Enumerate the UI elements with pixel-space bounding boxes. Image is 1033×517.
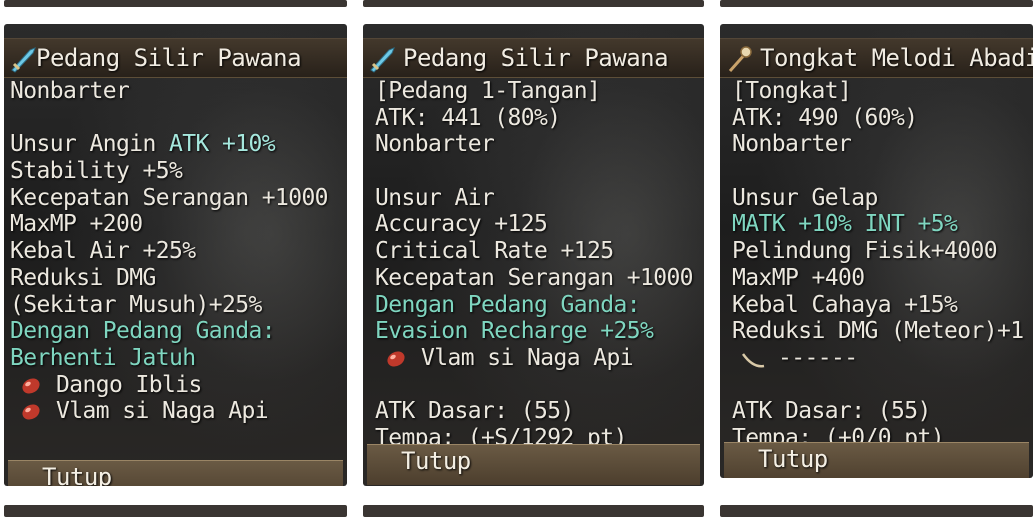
item-tooltip-panel-3: Tongkat Melodi Abadi [Tongkat] ATK: 490 (… <box>720 24 1033 478</box>
close-button[interactable]: Tutup <box>724 442 1029 478</box>
item-tooltip-panel-1: Pedang Silir Pawana Nonbarter Unsur Angin… <box>4 24 347 486</box>
stat-line: Pelindung Fisik+4000 <box>732 238 998 265</box>
item-stats: [Pedang 1-Tangan] ATK: 441 (80%) Nonbarter… <box>375 78 704 452</box>
item-stats: [Tongkat] ATK: 490 (60%) Nonbarter Unsur Ge… <box>732 78 1033 452</box>
stat-line: Kebal Air +25% <box>10 238 196 265</box>
item-title: Pedang Silir Pawana <box>36 44 302 72</box>
stat-line: [Pedang 1-Tangan] <box>375 78 601 104</box>
sword-icon <box>11 47 36 73</box>
cropped-panel-bottom-middle <box>363 505 704 517</box>
skill-line: Vlam si Naga Api <box>375 345 704 372</box>
stat-segment: Unsur Angin <box>10 131 169 158</box>
stat-line: ATK: 441 (80%) <box>375 104 561 131</box>
close-button-label: Tutup <box>42 463 112 486</box>
stat-line: Kebal Cahaya +15% <box>732 291 958 318</box>
stat-line: Reduksi DMG <box>10 264 156 291</box>
close-button-label: Tutup <box>758 445 828 473</box>
stat-line: Reduksi DMG (Meteor)+1 <box>732 318 1024 345</box>
empty-skill-slot: ------ <box>732 345 1033 372</box>
staff-icon <box>728 46 752 72</box>
stat-line: ATK: 490 (60%) <box>732 104 918 131</box>
skill-name: Vlam si Naga Api <box>56 398 269 425</box>
cropped-panel-top-left <box>4 0 347 7</box>
empty-slot-icon <box>741 353 765 368</box>
stat-line: ATK Dasar: (55) <box>732 398 931 425</box>
item-title: Pedang Silir Pawana <box>403 44 669 72</box>
cropped-panel-bottom-left <box>4 505 347 517</box>
stat-line: Unsur Gelap <box>732 184 878 211</box>
skill-gem-icon <box>387 351 405 367</box>
cropped-panel-top-right <box>720 0 1033 7</box>
stat-line: Kecepatan Serangan +1000 <box>10 184 329 211</box>
sword-icon <box>370 47 395 73</box>
stat-line: Nonbarter <box>732 131 852 158</box>
empty-slot-label: ------ <box>778 344 858 371</box>
item-stats: Nonbarter Unsur Angin ATK +10% Stability +… <box>10 78 347 425</box>
stat-line: MaxMP +200 <box>10 211 143 238</box>
stat-line: Unsur Air <box>375 184 495 211</box>
stat-line: ATK Dasar: (55) <box>375 398 574 425</box>
stat-line: Accuracy +125 <box>375 211 548 238</box>
stat-line: Berhenti Jatuh <box>10 344 196 371</box>
stat-line: [Tongkat] <box>732 78 852 104</box>
cropped-panel-top-middle <box>363 0 704 7</box>
stat-line: MATK +10% INT +5% <box>732 211 958 238</box>
stat-line: Dengan Pedang Ganda: <box>10 318 276 345</box>
close-button-label: Tutup <box>401 447 471 475</box>
stat-line: Nonbarter <box>10 78 130 104</box>
stat-line: Evasion Recharge +25% <box>375 318 654 345</box>
stat-line: (Sekitar Musuh)+25% <box>10 291 262 318</box>
skill-gem-icon <box>22 378 40 394</box>
skill-gem-icon <box>22 404 40 420</box>
close-button[interactable]: Tutup <box>8 460 343 486</box>
stat-line: Stability +5% <box>10 158 183 185</box>
stat-segment: ATK +10% <box>168 131 276 158</box>
stat-line: MaxMP +400 <box>732 264 865 291</box>
skill-name: Dango Iblis <box>56 371 202 398</box>
cropped-panel-bottom-right <box>720 505 1033 517</box>
stat-line: Nonbarter <box>375 131 495 158</box>
skill-name: Vlam si Naga Api <box>421 344 634 371</box>
item-title: Tongkat Melodi Abadi <box>760 44 1033 72</box>
stat-line: Kecepatan Serangan +1000 <box>375 264 694 291</box>
skill-line: Vlam si Naga Api <box>10 398 347 425</box>
item-tooltip-panel-2: Pedang Silir Pawana [Pedang 1-Tangan] ATK… <box>363 24 704 486</box>
stat-line: Unsur Angin ATK +10% <box>10 131 347 158</box>
stat-line: Dengan Pedang Ganda: <box>375 291 641 318</box>
close-button[interactable]: Tutup <box>367 444 700 485</box>
stat-line: Critical Rate +125 <box>375 238 614 265</box>
skill-line: Dango Iblis <box>10 372 347 399</box>
